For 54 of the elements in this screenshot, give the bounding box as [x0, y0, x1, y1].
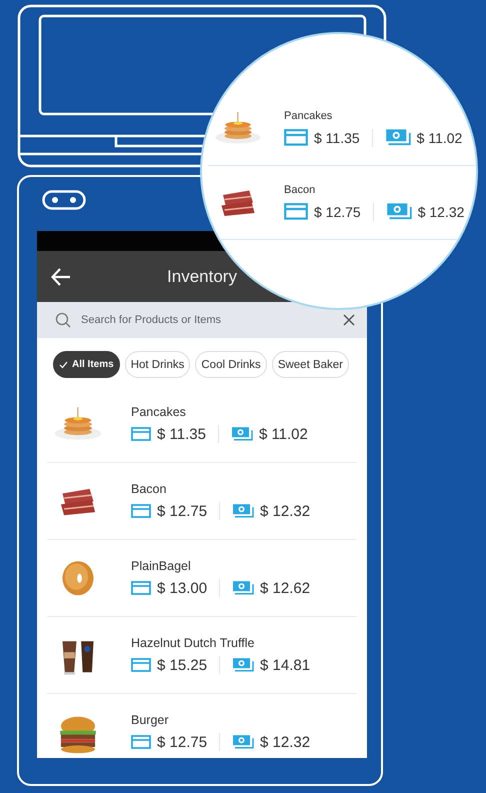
product-name: PlainBagel	[131, 559, 192, 573]
cash-price: $ 11.02	[258, 426, 308, 442]
credit-card-icon	[284, 129, 308, 146]
product-name: Burger	[131, 713, 170, 727]
filter-chip[interactable]: Cool Drinks	[195, 351, 267, 378]
cash-icon	[230, 426, 253, 442]
back-arrow-icon[interactable]	[51, 268, 71, 286]
card-price: $ 11.35	[314, 130, 360, 146]
product-row[interactable]: Bacon $ 12.75 $ 12.32	[208, 166, 476, 240]
credit-card-icon	[131, 735, 151, 749]
search-field[interactable]: Search for Products or Items	[81, 314, 333, 326]
card-price: $ 12.75	[314, 204, 361, 220]
product-name: Pancakes	[284, 110, 334, 122]
product-name: Hazelnut Dutch Truffle	[131, 636, 256, 650]
speaker-icon	[42, 190, 86, 210]
credit-card-icon	[131, 581, 151, 595]
credit-card-icon	[284, 203, 308, 220]
cash-price: $ 12.32	[418, 204, 464, 220]
credit-card-icon	[131, 427, 151, 441]
product-name: Bacon	[131, 482, 168, 496]
card-price: $ 12.75	[157, 502, 208, 520]
filter-chip[interactable]: Sweet Baker	[272, 351, 350, 378]
credit-card-icon	[131, 658, 151, 672]
check-icon	[59, 360, 68, 368]
product-row[interactable]: Pancakes $ 11.35 $ 11.02	[47, 386, 357, 463]
cash-icon	[386, 202, 412, 221]
cash-price: $ 12.62	[260, 580, 310, 596]
product-row[interactable]: Hazelnut Dutch Truffle $ 15.25 $ 14.81	[47, 617, 357, 694]
cash-icon	[232, 734, 254, 750]
search-bar[interactable]: Search for Products or Items	[37, 302, 367, 338]
product-name: Bacon	[284, 184, 316, 196]
product-row[interactable]: Burger $ 12.75 $ 12.32	[47, 694, 357, 758]
cash-icon	[232, 503, 254, 519]
cash-price: $ 12.32	[260, 734, 310, 750]
cash-icon	[232, 657, 254, 673]
cash-price: $ 12.32	[260, 502, 310, 520]
product-row[interactable]: Pancakes $ 11.35 $ 11.02	[208, 92, 476, 166]
screen-title: Inventory	[166, 266, 238, 286]
close-icon[interactable]	[343, 314, 355, 326]
search-icon	[55, 312, 71, 328]
product-row[interactable]: Bacon $ 12.75 $ 12.32	[47, 463, 357, 540]
card-price: $ 15.25	[157, 656, 208, 674]
filter-chip[interactable]: All Items	[53, 351, 120, 378]
product-name: Pancakes	[131, 405, 187, 419]
product-row[interactable]: PlainBagel $ 13.00 $ 12.62	[47, 540, 357, 617]
card-price: $ 12.75	[157, 734, 208, 750]
card-price: $ 11.35	[157, 426, 206, 442]
cash-price: $ 14.81	[260, 656, 310, 674]
filter-chip[interactable]: Hot Drinks	[124, 351, 190, 378]
cash-price: $ 11.02	[416, 130, 462, 146]
cash-icon	[384, 128, 411, 147]
credit-card-icon	[131, 504, 151, 518]
cash-icon	[232, 580, 254, 596]
card-price: $ 13.00	[157, 580, 208, 596]
